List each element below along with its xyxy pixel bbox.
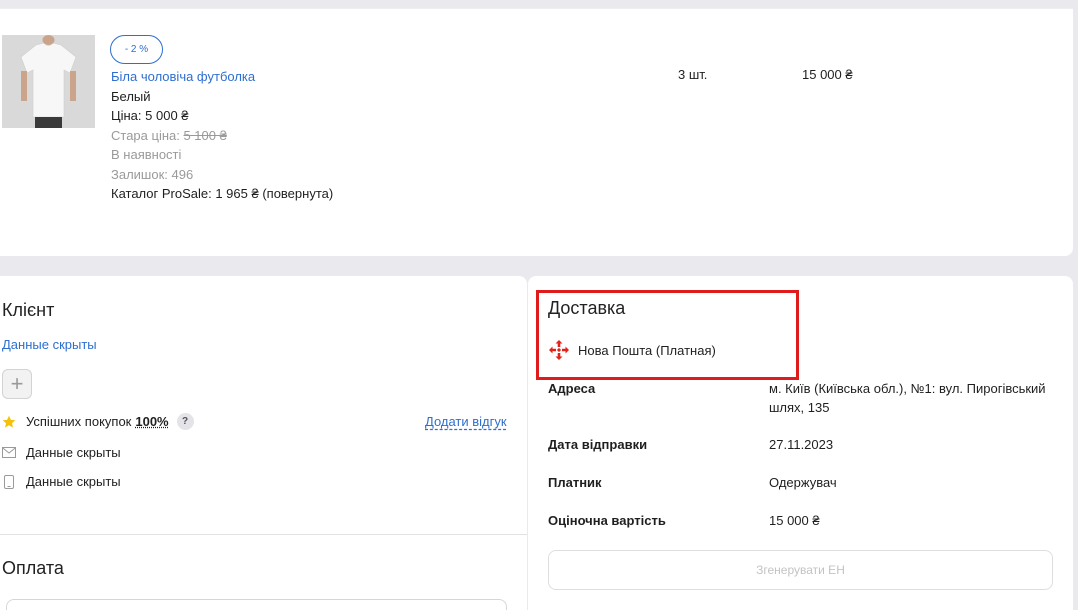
product-quantity: 3 шт. (678, 67, 708, 82)
success-label: Успішних покупок (26, 414, 132, 429)
success-purchases-row: Успішних покупок 100% ? (2, 413, 194, 430)
payer-label: Платник (548, 475, 602, 490)
product-catalog: Каталог ProSale: 1 965 ₴ (повернута) (111, 186, 334, 201)
mail-icon (2, 446, 16, 460)
client-phone: Данные скрыты (26, 474, 121, 489)
help-icon[interactable]: ? (176, 413, 194, 430)
payer-value: Одержувач (769, 475, 837, 490)
star-icon (2, 415, 16, 429)
product-total: 15 000 ₴ (802, 67, 853, 82)
phone-icon (2, 474, 16, 489)
success-value: 100% (135, 414, 169, 429)
product-info: Біла чоловіча футболка Белый Ціна: 5 000… (111, 67, 333, 204)
client-card: Клієнт Данные скрыты + Успішних покупок … (0, 276, 527, 610)
old-price-value: 5 100 ₴ (183, 127, 227, 143)
discount-badge: - 2 % (110, 35, 163, 64)
product-name-link[interactable]: Біла чоловіча футболка (111, 67, 333, 87)
generate-waybill-button[interactable]: Згенерувати ЕН (548, 550, 1053, 590)
ship-date-value: 27.11.2023 (769, 437, 834, 452)
payment-title: Оплата (2, 558, 64, 578)
order-item-card: - 2 % Біла чоловіча футболка Белый Ціна:… (0, 8, 1073, 256)
client-email-row: Данные скрыты (2, 445, 121, 460)
product-image[interactable] (2, 35, 95, 128)
product-color: Белый (111, 88, 151, 104)
address-value: м. Київ (Київська обл.), №1: вул. Пирогі… (769, 381, 1046, 415)
add-review-link[interactable]: Додати відгук (425, 414, 507, 429)
client-name-link[interactable]: Данные скрыты (2, 337, 97, 352)
product-price: Ціна: 5 000 ₴ (111, 108, 189, 123)
section-divider (0, 534, 527, 535)
highlight-annotation (536, 290, 799, 380)
product-availability: В наявності (111, 147, 182, 162)
client-email: Данные скрыты (26, 445, 121, 460)
client-title: Клієнт (2, 300, 55, 320)
product-stock: Залишок: 496 (111, 166, 194, 182)
declared-value-value: 15 000 ₴ (769, 513, 820, 528)
payment-method-field[interactable] (6, 599, 507, 610)
old-price-label: Стара ціна: (111, 127, 184, 143)
add-button[interactable]: + (2, 369, 32, 399)
ship-date-label: Дата відправки (548, 437, 648, 452)
declared-value-label: Оціночна вартість (548, 513, 666, 528)
page-edge (1073, 0, 1078, 610)
product-old-price: Стара ціна: 5 100 ₴ (111, 126, 333, 146)
client-phone-row: Данные скрыты (2, 474, 121, 489)
address-label: Адреса (548, 381, 596, 396)
